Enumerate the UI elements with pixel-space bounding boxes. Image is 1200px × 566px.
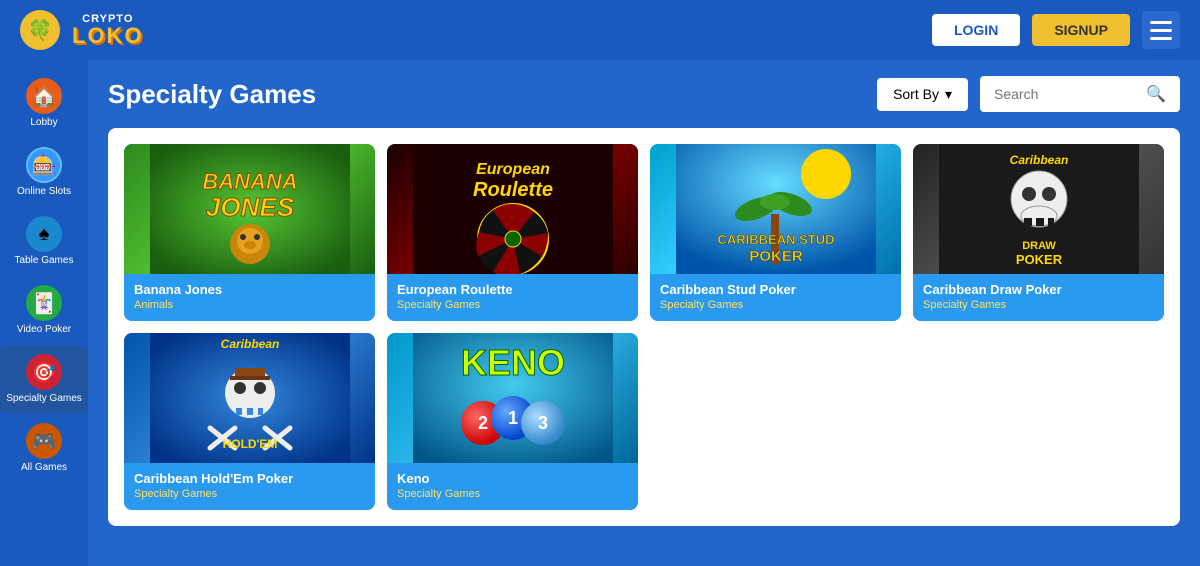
game-thumb-banana-jones: BANANA JONES	[124, 144, 375, 274]
games-container: BANANA JONES Banana Jones Animals	[108, 128, 1180, 526]
game-name-european-roulette: European Roulette	[397, 282, 628, 297]
game-card-european-roulette[interactable]: European Roulette	[387, 144, 638, 321]
svg-text:Roulette: Roulette	[473, 179, 553, 201]
game-category-caribbean-draw: Specialty Games	[923, 299, 1154, 311]
game-info-banana-jones: Banana Jones Animals	[124, 274, 375, 321]
sidebar-item-all-games[interactable]: 🎮 All Games	[0, 415, 88, 482]
main-layout: 🏠 Lobby 🎰 Online Slots ♠ Table Games 🃏 V…	[0, 60, 1200, 566]
svg-text:DRAW: DRAW	[1022, 240, 1056, 252]
lobby-icon: 🏠	[26, 78, 62, 114]
svg-text:HOLD'EM: HOLD'EM	[222, 437, 277, 451]
game-category-european-roulette: Specialty Games	[397, 299, 628, 311]
sidebar-item-specialty-games[interactable]: 🎯 Specialty Games	[0, 346, 88, 413]
search-box: 🔍	[980, 76, 1180, 112]
svg-text:POKER: POKER	[1015, 252, 1062, 267]
game-card-banana-jones[interactable]: BANANA JONES Banana Jones Animals	[124, 144, 375, 321]
game-thumb-european-roulette: European Roulette	[387, 144, 638, 274]
game-info-caribbean-holdem: Caribbean Hold'Em Poker Specialty Games	[124, 463, 375, 510]
game-card-keno[interactable]: KENO	[387, 333, 638, 510]
sort-button[interactable]: Sort By ▾	[877, 78, 968, 111]
hamburger-line-3	[1150, 37, 1172, 40]
header: 🍀 CRYPTO LOKO LOGIN SIGNUP	[0, 0, 1200, 60]
game-name-caribbean-draw: Caribbean Draw Poker	[923, 282, 1154, 297]
menu-button[interactable]	[1142, 11, 1180, 49]
logo-icon: 🍀	[20, 10, 60, 50]
sidebar-label-slots: Online Slots	[17, 186, 71, 198]
game-thumb-caribbean-holdem: Caribbean HOLD'EM	[124, 333, 375, 463]
specialty-icon: 🎯	[26, 354, 62, 390]
sidebar: 🏠 Lobby 🎰 Online Slots ♠ Table Games 🃏 V…	[0, 60, 88, 566]
content-area: Specialty Games Sort By ▾ 🔍	[88, 60, 1200, 566]
header-actions: LOGIN SIGNUP	[932, 11, 1180, 49]
game-name-banana-jones: Banana Jones	[134, 282, 365, 297]
game-info-caribbean-draw: Caribbean Draw Poker Specialty Games	[913, 274, 1164, 321]
search-input[interactable]	[994, 86, 1138, 102]
game-card-caribbean-draw[interactable]: Caribbean DRAW POKER Caribbean Draw Poke…	[913, 144, 1164, 321]
logo-text: CRYPTO LOKO	[66, 12, 150, 49]
sort-label: Sort By	[893, 86, 939, 102]
game-card-caribbean-stud[interactable]: CARIBBEAN STUD POKER Caribbean Stud Poke…	[650, 144, 901, 321]
page-title: Specialty Games	[108, 79, 316, 110]
sidebar-label-lobby: Lobby	[30, 117, 57, 129]
logo-loko: LOKO	[72, 25, 144, 47]
sidebar-item-online-slots[interactable]: 🎰 Online Slots	[0, 139, 88, 206]
game-thumb-keno: KENO	[387, 333, 638, 463]
games-grid: BANANA JONES Banana Jones Animals	[124, 144, 1164, 510]
svg-text:Caribbean: Caribbean	[220, 337, 279, 351]
sidebar-label-specialty: Specialty Games	[6, 393, 82, 405]
svg-text:1: 1	[507, 408, 517, 428]
svg-text:POKER: POKER	[749, 248, 803, 265]
logo: 🍀 CRYPTO LOKO	[20, 10, 150, 50]
table-icon: ♠	[26, 216, 62, 252]
svg-text:JONES: JONES	[205, 192, 294, 222]
game-name-keno: Keno	[397, 471, 628, 486]
game-name-caribbean-stud: Caribbean Stud Poker	[660, 282, 891, 297]
game-category-keno: Specialty Games	[397, 488, 628, 500]
svg-text:3: 3	[537, 413, 547, 433]
sidebar-item-table-games[interactable]: ♠ Table Games	[0, 208, 88, 275]
game-info-caribbean-stud: Caribbean Stud Poker Specialty Games	[650, 274, 901, 321]
svg-text:KENO: KENO	[460, 342, 564, 383]
svg-text:BANANA: BANANA	[202, 169, 297, 194]
sidebar-label-all: All Games	[21, 462, 67, 474]
game-name-caribbean-holdem: Caribbean Hold'Em Poker	[134, 471, 365, 486]
chevron-down-icon: ▾	[945, 86, 952, 103]
content-header: Specialty Games Sort By ▾ 🔍	[108, 76, 1180, 112]
search-icon: 🔍	[1146, 84, 1166, 104]
game-info-keno: Keno Specialty Games	[387, 463, 638, 510]
hamburger-line-2	[1150, 29, 1172, 32]
game-category-caribbean-stud: Specialty Games	[660, 299, 891, 311]
hamburger-line-1	[1150, 21, 1172, 24]
game-category-caribbean-holdem: Specialty Games	[134, 488, 365, 500]
svg-text:Caribbean: Caribbean	[1009, 153, 1068, 167]
sidebar-item-lobby[interactable]: 🏠 Lobby	[0, 70, 88, 137]
header-controls: Sort By ▾ 🔍	[877, 76, 1180, 112]
svg-text:CARIBBEAN STUD: CARIBBEAN STUD	[717, 232, 834, 247]
all-games-icon: 🎮	[26, 423, 62, 459]
login-button[interactable]: LOGIN	[932, 14, 1020, 46]
game-info-european-roulette: European Roulette Specialty Games	[387, 274, 638, 321]
sidebar-label-video: Video Poker	[17, 324, 71, 336]
sidebar-item-video-poker[interactable]: 🃏 Video Poker	[0, 277, 88, 344]
slots-icon: 🎰	[26, 147, 62, 183]
game-category-banana-jones: Animals	[134, 299, 365, 311]
svg-text:2: 2	[477, 413, 487, 433]
video-poker-icon: 🃏	[26, 285, 62, 321]
svg-text:European: European	[476, 161, 550, 178]
game-card-caribbean-holdem[interactable]: Caribbean HOLD'EM Caribbean Hold'Em Poke…	[124, 333, 375, 510]
game-thumb-caribbean-stud: CARIBBEAN STUD POKER	[650, 144, 901, 274]
game-thumb-caribbean-draw: Caribbean DRAW POKER	[913, 144, 1164, 274]
sidebar-label-table: Table Games	[15, 255, 74, 267]
signup-button[interactable]: SIGNUP	[1032, 14, 1130, 46]
